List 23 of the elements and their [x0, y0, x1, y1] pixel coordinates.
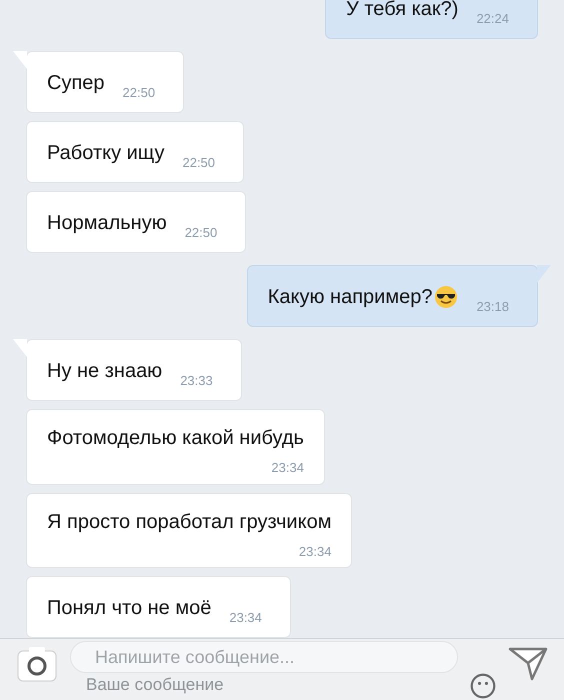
camera-icon[interactable]: [16, 645, 58, 683]
message-time: 23:18: [476, 298, 509, 316]
message-text: Ну не знааю: [47, 359, 162, 384]
smiley-icon[interactable]: [470, 673, 496, 699]
message-text: У тебя как?): [346, 0, 458, 22]
message-text: Фотомоделью какой нибудь: [47, 426, 304, 450]
message-time: 22:24: [476, 10, 509, 28]
message-text: Нормальную: [47, 211, 167, 236]
message-text: Понял что не моё: [47, 596, 212, 621]
message-time: 23:34: [229, 608, 262, 626]
message-text: Работку ищу: [47, 141, 164, 166]
message-text: Я просто поработал грузчиком: [47, 510, 332, 534]
message-time: 22:50: [184, 224, 218, 242]
message-time: 22:50: [182, 154, 216, 172]
message-input-field[interactable]: Напишите сообщение...: [70, 641, 458, 673]
message-time: 23:34: [271, 459, 304, 477]
send-icon[interactable]: [508, 645, 548, 681]
message-input-field[interactable]: Ваше сообщение: [70, 673, 224, 697]
message-time: 22:50: [122, 84, 156, 102]
message-text: Супер: [47, 71, 105, 96]
message-time: 23:34: [298, 542, 332, 560]
message-time: 23:33: [180, 372, 213, 390]
message-text: Какую например?: [268, 285, 432, 310]
